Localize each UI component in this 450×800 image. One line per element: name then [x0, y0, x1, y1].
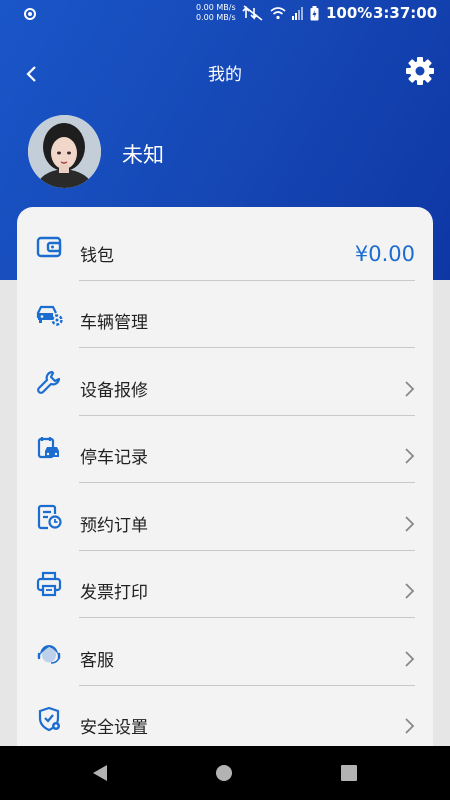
net-speed-down: 0.00 MB/s: [196, 13, 236, 22]
battery-charging-icon: [310, 5, 319, 20]
avatar[interactable]: [28, 115, 101, 188]
chevron-right-icon: [405, 516, 415, 532]
wallet-balance: ¥0.00: [354, 242, 415, 266]
menu-card: 钱包 ¥0.00 车辆管理 设备报修 停车记录 预约订单 发票打印 客服 安全设…: [17, 207, 433, 767]
avatar-illustration-icon: [28, 115, 101, 188]
chevron-right-icon: [405, 583, 415, 599]
gear-icon: [406, 57, 434, 85]
menu-label-wallet: 钱包: [80, 246, 114, 266]
nav-back-icon[interactable]: [92, 765, 108, 781]
customer-service-icon: [37, 645, 61, 664]
net-speed-up: 0.00 MB/s: [196, 3, 236, 12]
car-settings-icon: [36, 305, 63, 326]
signal-icon: [292, 6, 303, 20]
battery-percent: 100%: [326, 4, 373, 22]
menu-label-service: 客服: [80, 651, 114, 671]
printer-icon: [36, 571, 62, 597]
clock: 3:37:00: [373, 4, 438, 22]
page-title: 我的: [208, 65, 242, 85]
menu-item-invoice[interactable]: 发票打印: [17, 550, 433, 618]
menu-item-orders[interactable]: 预约订单: [17, 483, 433, 551]
chevron-right-icon: [405, 718, 415, 734]
shield-icon: [38, 706, 60, 732]
status-bar: 0.00 MB/s 0.00 MB/s 100% 3:37:00: [0, 0, 450, 28]
settings-button[interactable]: [404, 55, 436, 87]
menu-label-security: 安全设置: [80, 718, 148, 738]
wallet-icon: [36, 236, 62, 258]
menu-label-parking: 停车记录: [80, 448, 148, 468]
nav-recents-icon[interactable]: [341, 765, 357, 781]
data-off-icon: [242, 5, 263, 21]
menu-item-service[interactable]: 客服: [17, 618, 433, 686]
chevron-right-icon: [405, 651, 415, 667]
chevron-right-icon: [405, 448, 415, 464]
navigation-bar: [0, 746, 450, 800]
menu-label-invoice: 发票打印: [80, 583, 148, 603]
nav-home-icon[interactable]: [216, 765, 232, 781]
network-speed: 0.00 MB/s 0.00 MB/s: [196, 3, 236, 23]
status-icons: [242, 5, 319, 21]
menu-item-repair[interactable]: 设备报修: [17, 348, 433, 416]
wrench-icon: [37, 370, 61, 394]
menu-item-vehicle[interactable]: 车辆管理: [17, 280, 433, 348]
parking-record-icon: [37, 437, 59, 459]
menu-label-vehicle: 车辆管理: [80, 313, 148, 333]
menu-label-repair: 设备报修: [80, 381, 148, 401]
menu-item-security[interactable]: 安全设置: [17, 685, 433, 753]
chevron-right-icon: [405, 381, 415, 397]
wifi-icon: [270, 7, 286, 20]
menu-item-wallet[interactable]: 钱包 ¥0.00: [17, 213, 433, 281]
notification-dot-icon: [24, 8, 36, 20]
username[interactable]: 未知: [122, 139, 164, 169]
menu-item-parking[interactable]: 停车记录: [17, 415, 433, 483]
reservation-icon: [37, 504, 62, 530]
menu-label-orders: 预约订单: [80, 516, 148, 536]
